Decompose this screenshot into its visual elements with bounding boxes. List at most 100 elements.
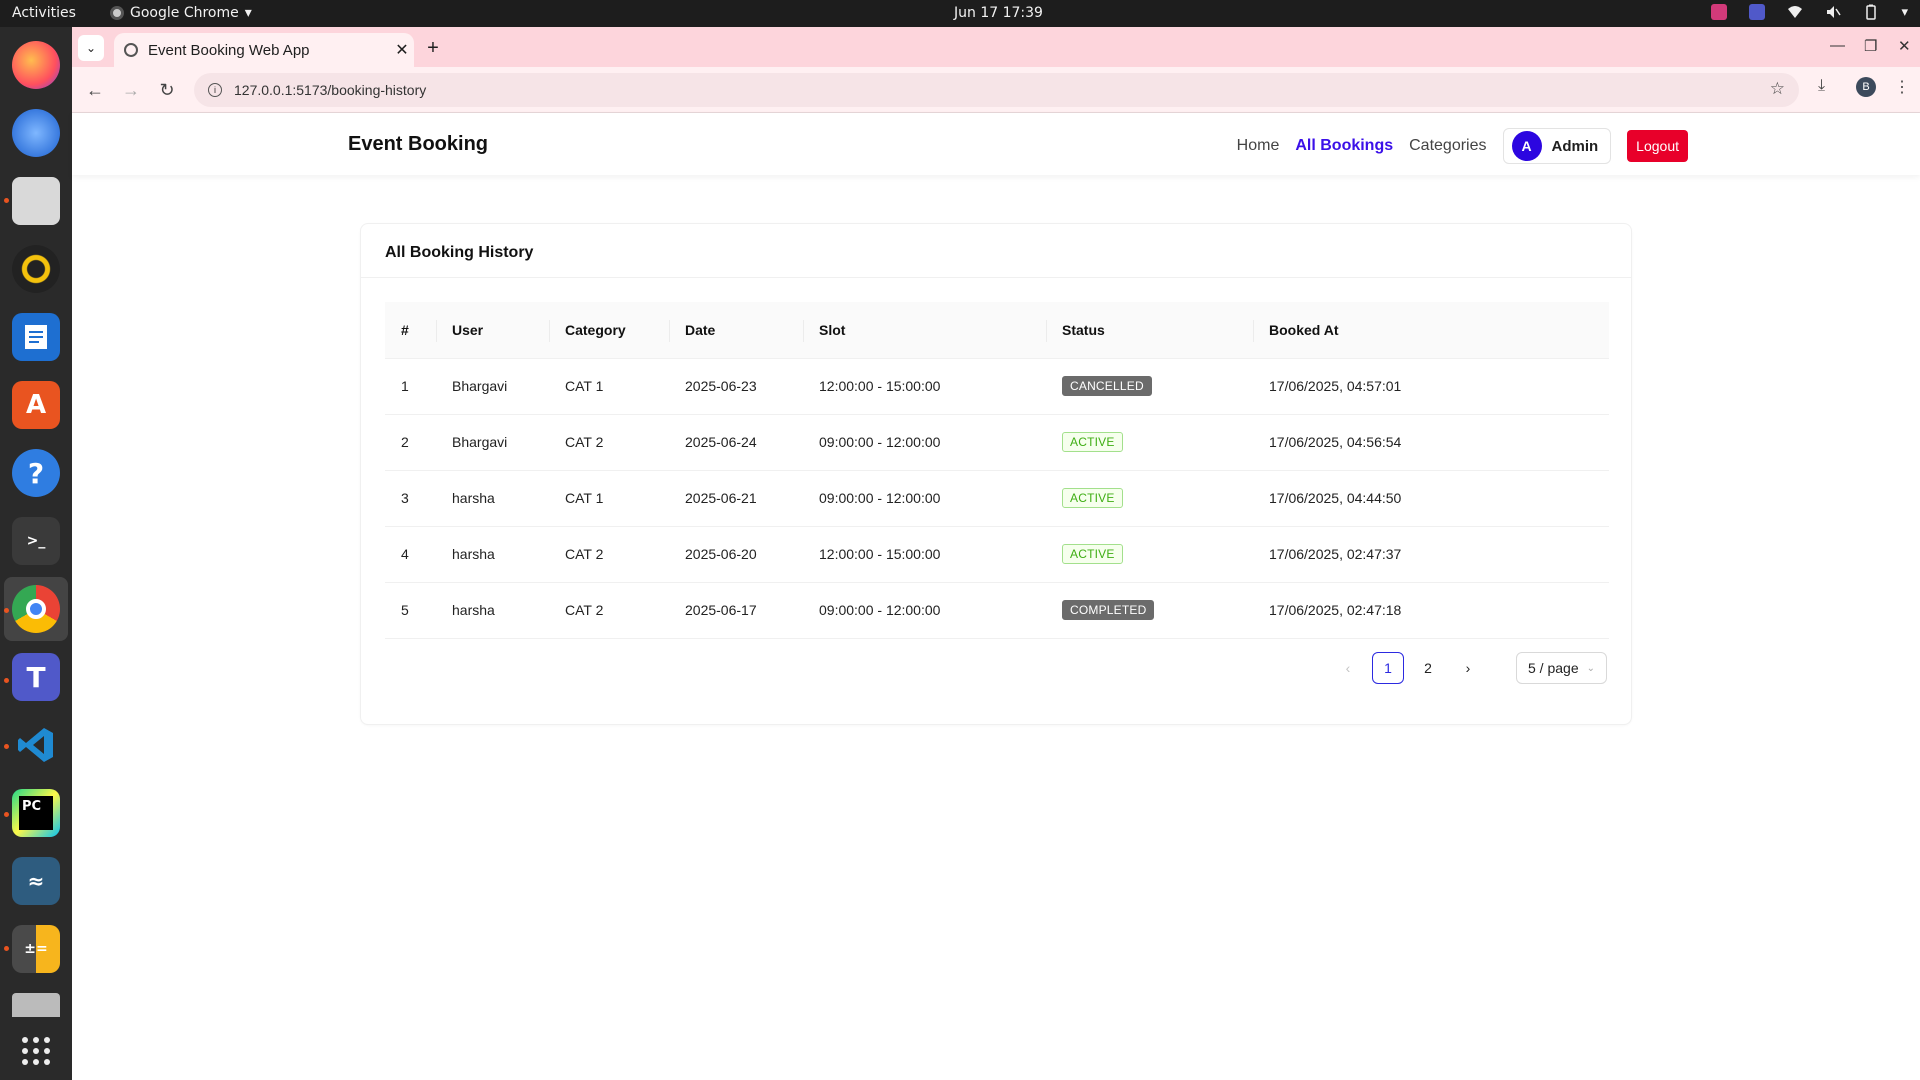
thunderbird-icon[interactable] [12,109,60,157]
page-1-button[interactable]: 1 [1372,652,1404,684]
teams-tray-icon[interactable] [1749,4,1766,20]
cell-status: ACTIVE [1046,414,1253,471]
vscode-icon[interactable] [12,721,60,769]
nav-categories[interactable]: Categories [1409,137,1486,155]
table-row: 2 Bhargavi CAT 2 2025-06-24 09:00:00 - 1… [385,414,1609,471]
nav-all-bookings[interactable]: All Bookings [1295,137,1393,155]
running-indicator [4,946,9,951]
app-header: Event Booking Home All Bookings Categori… [72,113,1920,175]
page-viewport: Event Booking Home All Bookings Categori… [72,113,1920,1080]
wifi-icon[interactable] [1787,4,1803,20]
cell-category: CAT 2 [549,526,669,583]
firefox-icon[interactable] [12,41,60,89]
app-menu[interactable]: Google Chrome ▾ [110,5,252,21]
cell-slot: 12:00:00 - 15:00:00 [803,358,1046,415]
forward-icon[interactable]: → [118,77,144,103]
terminal-icon[interactable]: >_ [12,517,60,565]
chrome-icon[interactable] [12,585,60,633]
color-picker-icon[interactable] [1711,4,1728,20]
cell-date: 2025-06-23 [669,358,803,415]
brand-title[interactable]: Event Booking [348,133,488,156]
cell-slot: 12:00:00 - 15:00:00 [803,526,1046,583]
minimize-icon[interactable]: — [1830,37,1845,54]
page-size-select[interactable]: 5 / page ⌄ [1516,652,1607,684]
cell-slot: 09:00:00 - 12:00:00 [803,470,1046,527]
status-badge: ACTIVE [1062,432,1123,452]
cell-number: 2 [385,414,436,471]
system-tray[interactable]: ▾ [1711,4,1908,20]
cell-booked-at: 17/06/2025, 04:56:54 [1253,414,1609,471]
profile-avatar[interactable]: B [1856,77,1876,97]
user-menu[interactable]: A Admin [1502,128,1612,164]
mysql-workbench-icon[interactable]: ≈ [12,857,60,905]
page-2-button[interactable]: 2 [1412,652,1444,684]
help-icon[interactable]: ? [12,449,60,497]
column-header-date: Date [669,302,803,359]
calculator-icon[interactable]: ±= [12,925,60,973]
kebab-menu-icon[interactable]: ⋮ [1894,77,1910,97]
new-tab-button[interactable]: + [420,35,446,61]
booking-table-wrapper: # User Category Date Slot Status Booked … [385,302,1609,639]
chevron-down-icon: ⌄ [1586,662,1595,674]
close-tab-icon[interactable]: ✕ [390,40,414,60]
browser-tab[interactable]: Event Booking Web App ✕ [114,33,414,67]
main-nav: Home All Bookings Categories A Admin Log… [1237,128,1688,164]
rhythmbox-icon[interactable] [12,245,60,293]
running-indicator [4,744,9,749]
back-icon[interactable]: ← [82,77,108,103]
booking-history-card: All Booking History # User Category Date… [360,223,1632,725]
status-badge: ACTIVE [1062,488,1123,508]
address-bar[interactable]: i 127.0.0.1:5173/booking-history ☆ [194,73,1799,107]
cell-date: 2025-06-21 [669,470,803,527]
power-menu-icon[interactable]: ▾ [1901,5,1908,20]
cell-booked-at: 17/06/2025, 02:47:37 [1253,526,1609,583]
status-badge: ACTIVE [1062,544,1123,564]
browser-tab-strip: ⌄ Event Booking Web App ✕ + — ❐ ✕ [72,27,1920,67]
site-info-icon[interactable]: i [208,83,222,97]
close-window-icon[interactable]: ✕ [1898,37,1911,55]
url-text[interactable]: 127.0.0.1:5173/booking-history [234,82,426,98]
removable-drive-icon[interactable] [12,993,60,1017]
running-indicator [4,198,9,203]
cell-user: harsha [436,470,549,527]
table-row: 4 harsha CAT 2 2025-06-20 12:00:00 - 15:… [385,526,1609,583]
cell-number: 3 [385,470,436,527]
running-indicator [4,678,9,683]
tab-title: Event Booking Web App [148,41,310,59]
column-header-status: Status [1046,302,1253,359]
cell-date: 2025-06-17 [669,582,803,639]
teams-icon[interactable]: T [12,653,60,701]
bookmark-star-icon[interactable]: ☆ [1770,79,1785,99]
logout-button[interactable]: Logout [1627,130,1688,162]
column-header-category: Category [549,302,669,359]
files-icon[interactable] [12,177,60,225]
table-row: 1 Bhargavi CAT 1 2025-06-23 12:00:00 - 1… [385,358,1609,415]
table-header-row: # User Category Date Slot Status Booked … [385,302,1609,359]
writer-icon[interactable] [12,313,60,361]
cell-user: Bhargavi [436,358,549,415]
cell-date: 2025-06-20 [669,526,803,583]
show-apps-icon[interactable] [12,1027,60,1075]
clock[interactable]: Jun 17 17:39 [954,5,1043,21]
app-center-icon[interactable]: A [12,381,60,429]
volume-muted-icon[interactable] [1825,4,1842,20]
download-icon[interactable]: ⤓ [1818,77,1825,95]
status-badge: CANCELLED [1062,376,1152,396]
column-header-user: User [436,302,549,359]
cell-booked-at: 17/06/2025, 04:57:01 [1253,358,1609,415]
restore-icon[interactable]: ❐ [1864,37,1877,55]
activities-button[interactable]: Activities [12,5,76,21]
nav-home[interactable]: Home [1237,137,1280,155]
next-page-icon[interactable]: › [1452,652,1484,684]
user-name: Admin [1551,137,1599,155]
battery-icon[interactable] [1863,4,1879,20]
pycharm-icon[interactable]: PC [12,789,60,837]
cell-status: COMPLETED [1046,582,1253,639]
reload-icon[interactable]: ↻ [154,77,180,103]
page-size-value: 5 / page [1528,660,1579,676]
globe-icon [124,43,138,57]
tab-search-button[interactable]: ⌄ [78,35,104,61]
pagination: ‹ 1 2 › 5 / page ⌄ [1332,652,1607,684]
booking-table: # User Category Date Slot Status Booked … [385,302,1609,639]
prev-page-icon[interactable]: ‹ [1332,652,1364,684]
